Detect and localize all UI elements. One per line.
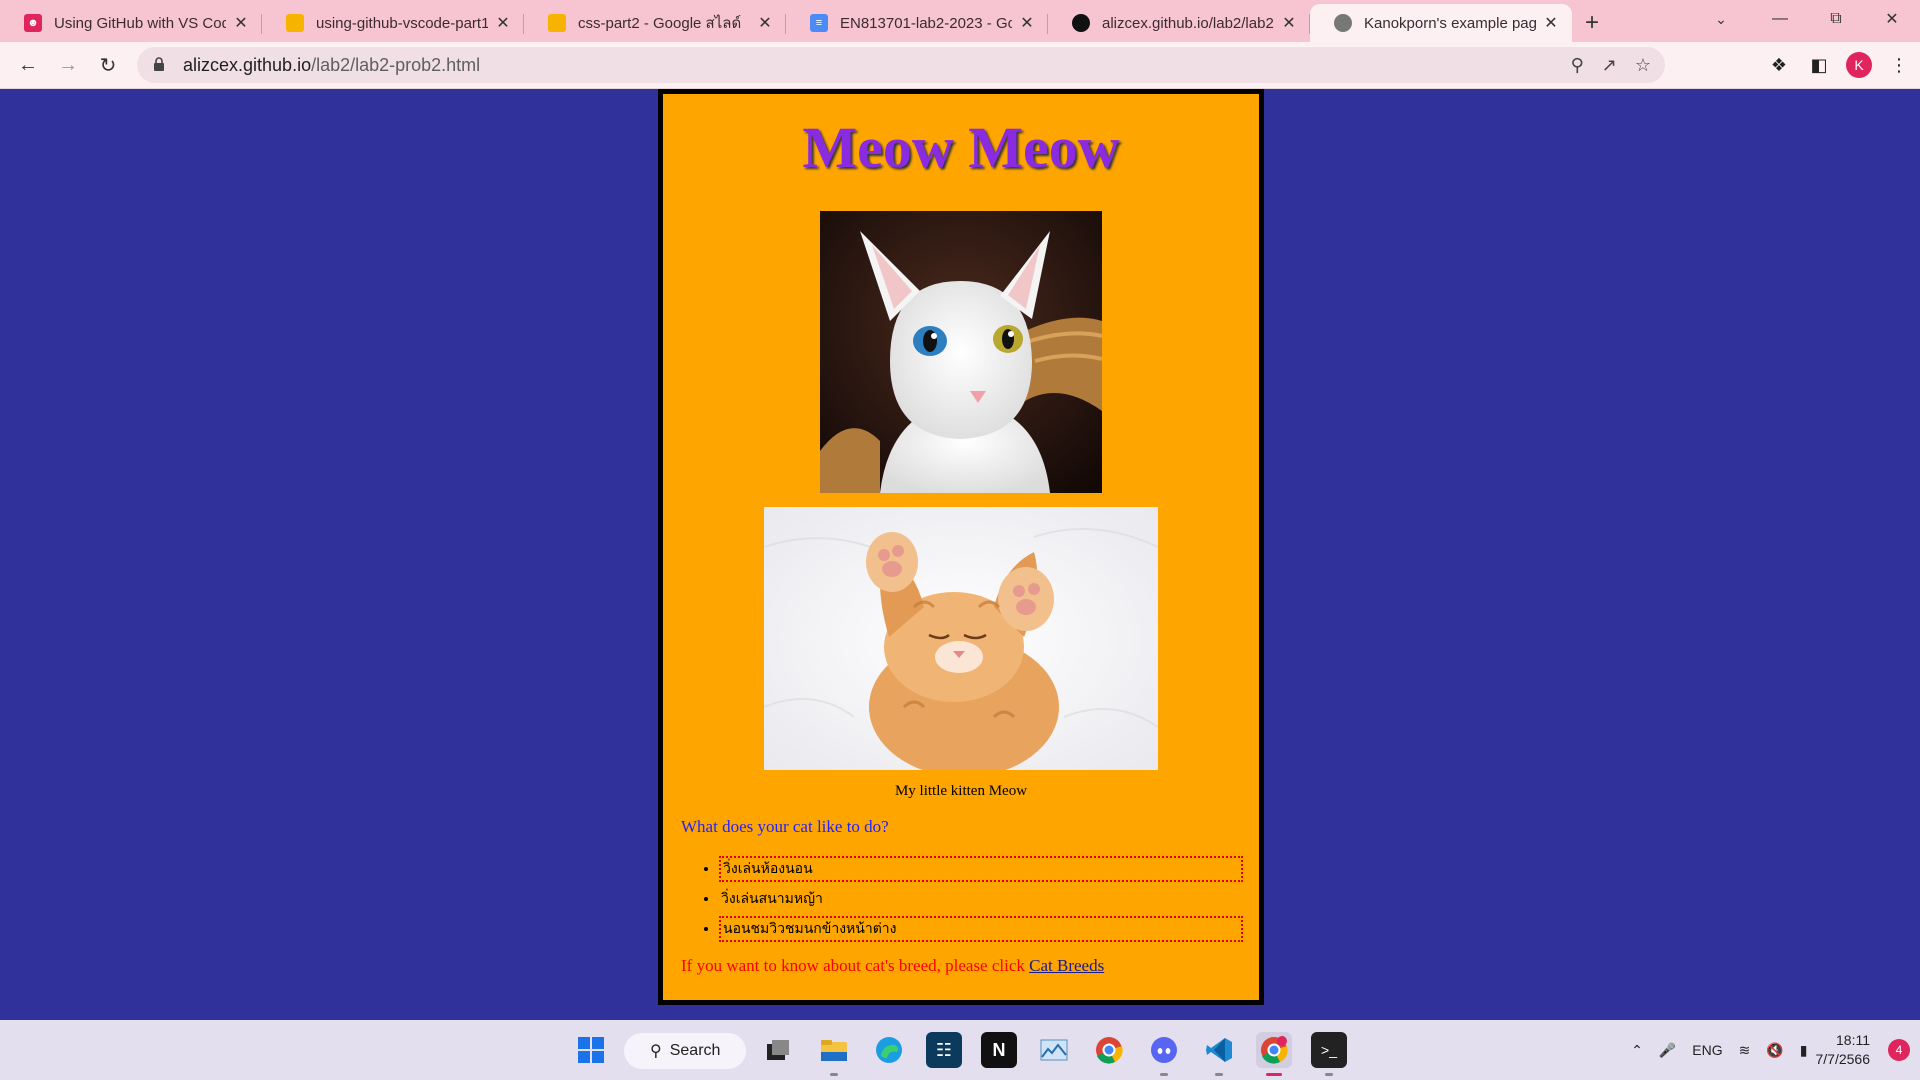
chrome-icon[interactable]	[1091, 1032, 1127, 1068]
docs-icon: ≡	[810, 14, 828, 32]
browser-toolbar: ← → ↻ alizcex.github.io/lab2/lab2-prob2.…	[0, 42, 1920, 89]
task-view-icon[interactable]	[760, 1032, 796, 1068]
globe-icon	[1334, 14, 1352, 32]
volume-muted-icon[interactable]: 🔇	[1766, 1042, 1783, 1059]
list-item: วิ่งเล่นห้องนอน	[719, 855, 1243, 882]
tab-using-github-part1[interactable]: using-github-vscode-part1 ✕	[262, 4, 524, 42]
activity-list: วิ่งเล่นห้องนอน วิ่งเล่นสนามหญ้า นอนชมวิ…	[719, 855, 1259, 942]
microphone-icon[interactable]: 🎤	[1659, 1042, 1676, 1059]
tab-en813701[interactable]: ≡ EN813701-lab2-2023 - Goo ✕	[786, 4, 1048, 42]
tab-using-github[interactable]: ☻ Using GitHub with VS Code ✕	[0, 4, 262, 42]
notification-badge[interactable]: 4	[1888, 1039, 1910, 1061]
slides-icon	[548, 14, 566, 32]
minimize-button[interactable]: —	[1752, 0, 1808, 38]
battery-icon[interactable]: ▮	[1800, 1042, 1808, 1059]
edge-browser-icon[interactable]	[871, 1032, 907, 1068]
github-icon	[1072, 14, 1090, 32]
clock-date: 7/7/2566	[1815, 1051, 1871, 1067]
reload-icon[interactable]: ↻	[88, 47, 128, 83]
list-item: วิ่งเล่นสนามหญ้า	[719, 888, 1243, 910]
url-host: alizcex.github.io	[183, 54, 312, 75]
language-indicator[interactable]: ENG	[1692, 1042, 1722, 1058]
avatar[interactable]: K	[1846, 52, 1872, 78]
question-text: What does your cat like to do?	[681, 816, 889, 836]
forward-arrow-icon[interactable]: →	[48, 47, 88, 83]
slides-icon	[286, 14, 304, 32]
share-icon[interactable]: ↗	[1602, 55, 1617, 76]
windows-start-icon[interactable]	[573, 1032, 609, 1068]
close-icon[interactable]: ✕	[756, 13, 774, 33]
lock-icon[interactable]	[153, 57, 167, 73]
close-icon[interactable]: ✕	[1018, 13, 1036, 33]
restore-button[interactable]: ⧉	[1808, 0, 1864, 38]
back-arrow-icon[interactable]: ←	[8, 47, 48, 83]
breed-note-text: If you want to know about cat's breed, p…	[681, 955, 1030, 975]
ginger-kitten-photo	[764, 506, 1158, 770]
close-icon[interactable]: ✕	[1542, 13, 1560, 33]
page-title: Meow Meow	[802, 115, 1120, 180]
clock[interactable]: 18:11 7/7/2566	[1816, 1031, 1871, 1069]
photo-caption: My little kitten Meow	[894, 782, 1028, 799]
photos-icon[interactable]	[1036, 1032, 1072, 1068]
tab-title: EN813701-lab2-2023 - Goo	[840, 14, 1012, 32]
file-explorer-icon[interactable]	[816, 1032, 852, 1076]
tab-title: Using GitHub with VS Code	[54, 14, 226, 32]
tab-css-part2[interactable]: css-part2 - Google สไลด์ ✕	[524, 4, 786, 42]
close-window-button[interactable]: ✕	[1864, 0, 1920, 38]
discord-icon[interactable]	[1146, 1032, 1182, 1076]
tab-title: using-github-vscode-part1	[316, 14, 488, 32]
close-icon[interactable]: ✕	[1280, 13, 1298, 33]
content-card: Meow Meow My little kitten Meow What doe…	[658, 89, 1264, 1005]
address-bar[interactable]: alizcex.github.io/lab2/lab2-prob2.html ⚲…	[137, 47, 1665, 83]
search-label: Search	[669, 1042, 721, 1059]
notion-icon[interactable]: N	[981, 1032, 1017, 1068]
list-item: นอนชมวิวชมนกข้างหน้าต่าง	[719, 915, 1243, 942]
menu-kebab-icon[interactable]: ⋮	[1886, 52, 1912, 78]
new-tab-button[interactable]: +	[1572, 4, 1612, 42]
zoom-icon[interactable]: ⚲	[1571, 55, 1584, 76]
tab-strip: ☻ Using GitHub with VS Code ✕ using-gith…	[0, 0, 1920, 42]
close-icon[interactable]: ✕	[232, 13, 250, 33]
taskbar: ⚲ Search ☷ N >_ ⌃ 🎤 ENG ≋ 🔇 ▮ 18:11 7/7/…	[0, 1020, 1920, 1080]
cat-breeds-link[interactable]: Cat Breeds	[1029, 956, 1104, 975]
wifi-icon[interactable]: ≋	[1739, 1042, 1751, 1059]
tab-title: alizcex.github.io/lab2/lab2-	[1102, 14, 1274, 32]
vscode-icon[interactable]	[1201, 1032, 1237, 1076]
extensions-puzzle-icon[interactable]: ❖	[1766, 52, 1792, 78]
person-icon: ☻	[24, 14, 42, 32]
close-icon[interactable]: ✕	[494, 13, 512, 33]
taskbar-search[interactable]: ⚲ Search	[624, 1033, 746, 1069]
side-panel-icon[interactable]: ◧	[1806, 52, 1832, 78]
chrome-profile-icon[interactable]	[1256, 1032, 1292, 1076]
terminal-icon[interactable]: >_	[1311, 1032, 1347, 1076]
bookmark-star-icon[interactable]: ☆	[1635, 55, 1651, 76]
search-icon: ⚲	[650, 1043, 662, 1060]
url-path: /lab2/lab2-prob2.html	[311, 54, 481, 75]
tab-search-chevron-icon[interactable]: ⌄	[1706, 4, 1736, 34]
app-icon[interactable]: ☷	[926, 1032, 962, 1068]
window-controls: — ⧉ ✕	[1752, 0, 1920, 38]
tab-title: Kanokporn's example page	[1364, 14, 1536, 32]
tab-alizcex-github[interactable]: alizcex.github.io/lab2/lab2- ✕	[1048, 4, 1310, 42]
tab-kanokporn-example[interactable]: Kanokporn's example page ✕	[1310, 4, 1572, 42]
system-tray: ⌃ 🎤 ENG ≋ 🔇 ▮ 18:11 7/7/2566 4	[1623, 1020, 1920, 1080]
white-cat-photo	[820, 210, 1102, 493]
breed-note: If you want to know about cat's breed, p…	[681, 956, 1259, 976]
chevron-up-icon[interactable]: ⌃	[1631, 1042, 1643, 1059]
tab-title: css-part2 - Google สไลด์	[578, 15, 742, 32]
clock-time: 18:11	[1836, 1032, 1870, 1048]
